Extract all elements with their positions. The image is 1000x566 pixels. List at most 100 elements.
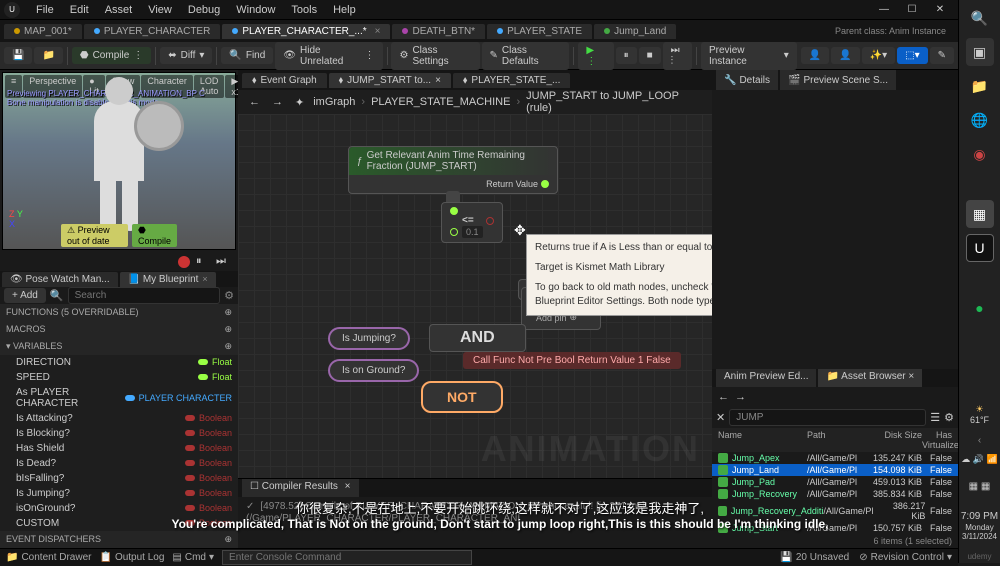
window-maximize[interactable]: ☐	[898, 0, 926, 20]
physics-button[interactable]: ✎	[930, 47, 954, 64]
browse-button[interactable]: 📁	[34, 47, 62, 64]
tab-player-char-anim[interactable]: PLAYER_CHARACTER_...*×	[222, 24, 390, 39]
anim-button[interactable]: ✨▾	[862, 47, 895, 64]
preview-viewport[interactable]: ≡ Perspective ● Lit Show Character LOD A…	[2, 72, 236, 250]
compiler-results-tab[interactable]: ☐ Compiler Results ×	[242, 479, 359, 497]
window-close[interactable]: ✕	[926, 0, 954, 20]
add-button[interactable]: + Add	[4, 288, 46, 303]
node-less-equal[interactable]: <= 0.1	[441, 202, 503, 243]
output-log-button[interactable]: 📋 Output Log	[99, 552, 164, 563]
close-icon[interactable]: ×	[908, 371, 914, 382]
search-icon[interactable]: 🔍	[966, 4, 994, 32]
asset-browser-tab[interactable]: 📁 Asset Browser ×	[818, 369, 922, 387]
breadcrumb-item[interactable]: imGraph	[313, 96, 355, 108]
nav-fwd[interactable]: →	[735, 391, 746, 403]
preview-out-of-date[interactable]: ⚠ Preview out of date	[61, 224, 128, 247]
app-icon[interactable]: ◉	[966, 140, 994, 168]
tab-map[interactable]: MAP_001*	[4, 24, 82, 39]
app-icon[interactable]: ▦	[966, 200, 994, 228]
filter-icon[interactable]: ☰	[930, 411, 940, 424]
tab-player-state[interactable]: PLAYER_STATE	[487, 24, 592, 39]
menu-tools[interactable]: Tools	[283, 4, 325, 16]
asset-search[interactable]	[729, 409, 926, 426]
variable-row[interactable]: Is Blocking?Boolean	[0, 426, 238, 441]
skeleton-button[interactable]: 👤	[801, 47, 829, 64]
node-is-on-ground[interactable]: Is on Ground?	[328, 359, 419, 382]
node-get-anim-time[interactable]: ƒGet Relevant Anim Time Remaining Fracti…	[348, 146, 558, 194]
macros-section[interactable]: MACROS⊕	[0, 321, 238, 338]
nav-home[interactable]: ✦	[292, 96, 307, 109]
menu-file[interactable]: File	[28, 4, 62, 16]
play-button[interactable]: ▶ ⋮	[578, 42, 613, 70]
close-icon[interactable]: ×	[345, 481, 351, 492]
menu-edit[interactable]: Edit	[62, 4, 97, 16]
player-state-tab[interactable]: ⬧ PLAYER_STATE_...	[453, 73, 570, 88]
class-defaults-button[interactable]: ✎ Class Defaults	[482, 42, 570, 70]
asset-row[interactable]: Jump_Apex/All/Game/Pl135.247 KiBFalse	[712, 452, 958, 464]
tab-jump-land[interactable]: Jump_Land	[594, 24, 676, 39]
revision-control[interactable]: ⊘ Revision Control ▾	[859, 552, 952, 563]
window-minimize[interactable]: —	[870, 0, 898, 20]
find-button[interactable]: 🔍 Find	[221, 47, 273, 64]
close-icon[interactable]: ×	[375, 26, 381, 37]
variable-row[interactable]: Is Dead?Boolean	[0, 456, 238, 471]
explorer-icon[interactable]: 📁	[966, 72, 994, 100]
breadcrumb-item[interactable]: PLAYER_STATE_MACHINE	[371, 96, 510, 108]
variable-row[interactable]: DIRECTIONFloat	[0, 355, 238, 370]
compile-preview[interactable]: ⬣ Compile	[132, 224, 177, 247]
weather-widget[interactable]: ☀ 61°F	[970, 404, 989, 429]
tray-icon[interactable]: ▦ ▦	[966, 473, 994, 501]
unsaved-indicator[interactable]: 💾 20 Unsaved	[780, 552, 849, 563]
mesh-button[interactable]: 👤	[831, 47, 859, 64]
pause-button[interactable]: ⏸	[616, 47, 637, 64]
close-icon[interactable]: ×	[202, 274, 207, 284]
node-not[interactable]: NOT	[421, 381, 503, 413]
input-pin-a[interactable]	[450, 207, 458, 215]
blueprint-search[interactable]	[68, 287, 221, 304]
nav-back[interactable]: ←	[718, 391, 729, 403]
anim-preview-tab[interactable]: Anim Preview Ed...	[716, 369, 816, 387]
nav-fwd[interactable]: →	[269, 96, 286, 108]
menu-debug[interactable]: Debug	[180, 4, 228, 16]
transport-step[interactable]: ⏭	[216, 255, 230, 269]
close-icon[interactable]: ×	[435, 75, 441, 86]
preview-scene-tab[interactable]: 🎬 Preview Scene S...	[780, 70, 896, 90]
menu-window[interactable]: Window	[228, 4, 283, 16]
event-graph-tab[interactable]: ⬧ Event Graph	[242, 73, 327, 88]
dispatchers-section[interactable]: EVENT DISPATCHERS⊕	[0, 531, 238, 548]
save-button[interactable]: 💾	[4, 47, 32, 64]
variable-row[interactable]: Is Attacking?Boolean	[0, 411, 238, 426]
step-button[interactable]: ⏭ ⋮	[663, 42, 692, 70]
asset-row[interactable]: Jump_Pad/All/Game/Pl459.013 KiBFalse	[712, 476, 958, 488]
app-icon[interactable]: ▣	[966, 38, 994, 66]
functions-section[interactable]: FUNCTIONS (5 OVERRIDABLE)⊕	[0, 304, 238, 321]
cmd-dropdown[interactable]: ▤ Cmd ▾	[172, 552, 214, 563]
diff-button[interactable]: ⬌ Diff ▾	[160, 47, 212, 64]
gear-icon[interactable]: ⚙	[944, 411, 954, 424]
clear-search[interactable]: ✕	[716, 411, 725, 424]
return-value-pin[interactable]: Return Value	[486, 179, 549, 189]
tab-player-char[interactable]: PLAYER_CHARACTER	[84, 24, 221, 39]
menu-help[interactable]: Help	[325, 4, 364, 16]
stop-button[interactable]: ■	[639, 47, 661, 64]
menu-asset[interactable]: Asset	[97, 4, 141, 16]
unreal-icon[interactable]: U	[966, 234, 994, 262]
tab-death-btn[interactable]: DEATH_BTN*	[392, 24, 485, 39]
asset-row[interactable]: Jump_Land/All/Game/Pl154.098 KiBFalse	[712, 464, 958, 476]
node-is-jumping[interactable]: Is Jumping?	[328, 327, 410, 350]
record-button[interactable]	[178, 256, 190, 268]
gear-icon[interactable]: ⚙	[224, 289, 234, 302]
content-drawer-button[interactable]: 📁 Content Drawer	[6, 552, 91, 563]
compile-button[interactable]: ⬣ Compile ⋮	[72, 47, 151, 64]
jump-start-tab[interactable]: ⬧ JUMP_START to... ×	[329, 73, 451, 88]
my-blueprint-tab[interactable]: 📘 My Blueprint×	[120, 272, 216, 287]
class-settings-button[interactable]: ⚙ Class Settings	[391, 42, 479, 70]
variable-row[interactable]: Has ShieldBoolean	[0, 441, 238, 456]
breadcrumb-item[interactable]: JUMP_START to JUMP_LOOP (rule)	[526, 90, 704, 114]
output-pin[interactable]	[486, 217, 494, 225]
node-and-2[interactable]: AND	[429, 324, 526, 352]
input-pin-b[interactable]	[450, 228, 458, 236]
blueprint-button[interactable]: ⬚▾	[897, 47, 927, 64]
spotify-icon[interactable]: ●	[966, 294, 994, 322]
nav-back[interactable]: ←	[246, 96, 263, 108]
